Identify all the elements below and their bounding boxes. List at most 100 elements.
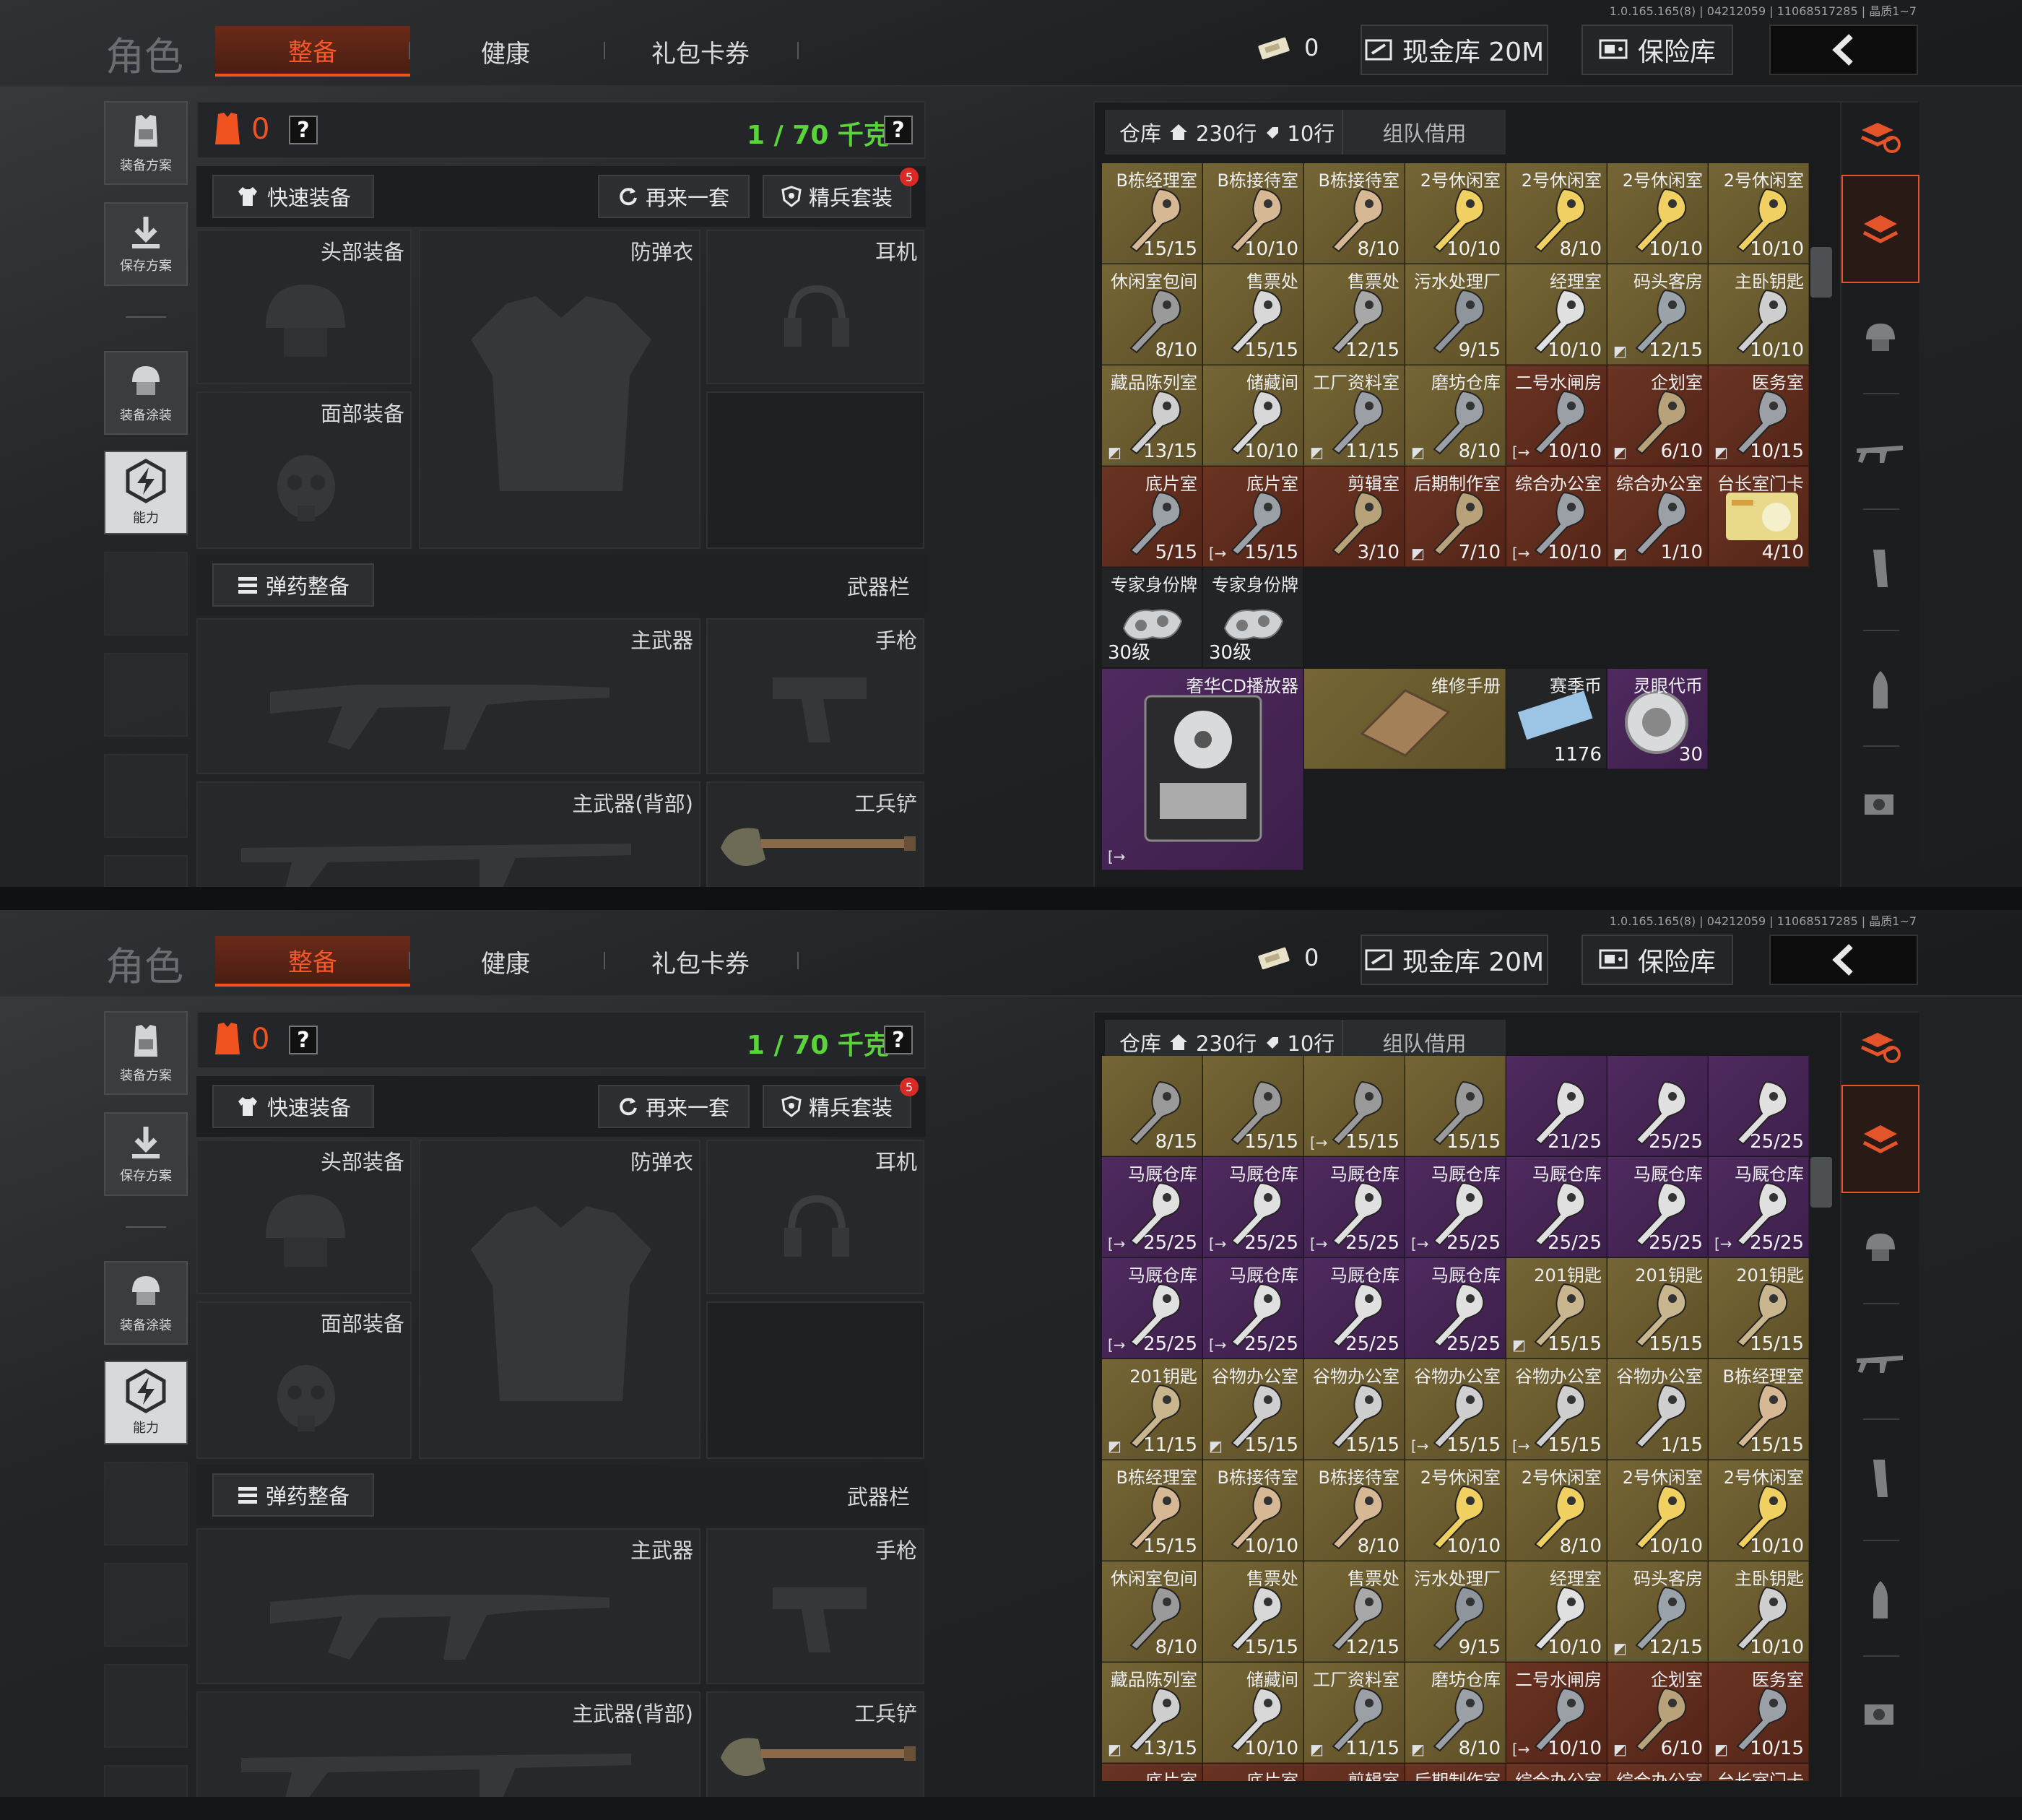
back-button[interactable] <box>1769 25 1918 75</box>
storage-item[interactable]: 藏品陈列室 13/15 ◩ <box>1102 1663 1202 1763</box>
safe-vault-button[interactable]: 保险库 <box>1581 935 1733 985</box>
storage-item[interactable]: B栋接待室 10/10 <box>1203 1460 1303 1561</box>
storage-item[interactable]: 马厩仓库 25/25 [→ <box>1102 1258 1202 1358</box>
storage-item[interactable]: 201钥匙 15/15 ◩ <box>1506 1258 1607 1358</box>
primary-weapon-slot[interactable]: 主武器 <box>196 618 700 774</box>
help-button[interactable]: ? <box>289 116 318 144</box>
ability-button[interactable]: 能力 <box>104 1361 188 1444</box>
storage-item[interactable]: 25/25 <box>1709 1056 1809 1156</box>
category-ammo[interactable] <box>1841 1546 1919 1654</box>
storage-item[interactable]: 休闲室包间 8/10 <box>1102 1561 1202 1662</box>
ammo-prep-button[interactable]: 弹药整备 <box>212 563 374 607</box>
vest-slot[interactable]: 防弹衣 <box>419 1140 700 1459</box>
tab-health[interactable]: 健康 <box>433 936 578 987</box>
storage-item[interactable]: 专家身份牌 30级 <box>1102 568 1202 668</box>
tab-equip[interactable]: 整备 <box>215 936 410 987</box>
earphone-slot[interactable]: 耳机 <box>706 230 924 384</box>
storage-item[interactable]: 马厩仓库 25/25 [→ <box>1709 1157 1809 1257</box>
storage-item[interactable]: 污水处理厂 9/15 <box>1405 264 1506 365</box>
tab-equip[interactable]: 整备 <box>215 26 410 77</box>
storage-item[interactable]: 马厩仓库 25/25 <box>1405 1258 1506 1358</box>
save-plan-button[interactable]: 保存方案 <box>104 202 188 286</box>
face-slot[interactable]: 面部装备 <box>196 1301 412 1459</box>
category-magazines[interactable] <box>1841 1424 1919 1533</box>
storage-item[interactable]: 谷物办公室 1/15 <box>1607 1359 1708 1460</box>
storage-item[interactable]: 2号休闲室 8/10 <box>1506 163 1607 264</box>
storage-item[interactable]: 马厩仓库 25/25 [→ <box>1203 1157 1303 1257</box>
elite-kit-button[interactable]: 精兵套装 5 <box>763 168 919 218</box>
storage-item[interactable]: 2号休闲室 10/10 <box>1607 1460 1708 1561</box>
storage-item[interactable]: 企划室 6/10 ◩ <box>1607 365 1708 466</box>
back-weapon-slot[interactable]: 主武器(背部) <box>196 1691 700 1797</box>
storage-item[interactable]: 2号休闲室 8/10 <box>1506 1460 1607 1561</box>
ammo-prep-button[interactable]: 弹药整备 <box>212 1473 374 1517</box>
safe-vault-button[interactable]: 保险库 <box>1581 25 1733 75</box>
again-button[interactable]: 再来一套 <box>598 1085 750 1128</box>
equip-skin-button[interactable]: 装备涂装 <box>104 1261 188 1345</box>
category-misc[interactable] <box>1841 1661 1919 1769</box>
storage-item[interactable]: 台长室门卡 <box>1709 1764 1809 1781</box>
storage-item[interactable]: 马厩仓库 25/25 <box>1304 1258 1405 1358</box>
storage-item[interactable]: 储藏间 10/10 <box>1203 1663 1303 1763</box>
storage-item[interactable]: 综合办公室 <box>1506 1764 1607 1781</box>
pistol-slot[interactable]: 手枪 <box>706 618 924 774</box>
storage-item[interactable]: 工厂资料室 11/15 ◩ <box>1304 365 1405 466</box>
storage-item[interactable]: 休闲室包间 8/10 <box>1102 264 1202 365</box>
storage-item[interactable]: 谷物办公室 15/15 <box>1304 1359 1405 1460</box>
storage-item[interactable]: 马厩仓库 25/25 <box>1506 1157 1607 1257</box>
storage-item[interactable]: 2号休闲室 10/10 <box>1405 163 1506 264</box>
storage-item[interactable]: 污水处理厂 9/15 <box>1405 1561 1506 1662</box>
storage-item[interactable]: 综合办公室 10/10 [→ <box>1506 467 1607 567</box>
team-borrow-tab[interactable]: 组队借用 <box>1343 1027 1506 1057</box>
category-weapons[interactable] <box>1841 1309 1919 1417</box>
storage-item[interactable]: 剪辑室 <box>1304 1764 1405 1781</box>
scrollbar[interactable] <box>1810 1157 1832 1208</box>
storage-item[interactable]: 谷物办公室 15/15 [→ <box>1405 1359 1506 1460</box>
storage-item[interactable]: 售票处 12/15 <box>1304 264 1405 365</box>
shovel-slot[interactable]: 工兵铲 <box>706 781 924 887</box>
storage-item[interactable]: 码头客房 12/15 ◩ <box>1607 1561 1708 1662</box>
back-button[interactable] <box>1769 935 1918 985</box>
sort-button[interactable] <box>1841 1013 1919 1082</box>
tab-gift-coupons[interactable]: 礼包卡券 <box>628 936 773 987</box>
storage-item[interactable]: 磨坊仓库 8/10 ◩ <box>1405 365 1506 466</box>
storage-item[interactable]: 码头客房 12/15 ◩ <box>1607 264 1708 365</box>
tab-gift-coupons[interactable]: 礼包卡券 <box>628 26 773 77</box>
cash-vault-button[interactable]: 现金库 20M <box>1361 25 1548 75</box>
weight-help-button[interactable]: ? <box>884 116 913 144</box>
category-misc[interactable] <box>1841 751 1919 859</box>
storage-item[interactable]: 综合办公室 1/10 ◩ <box>1607 467 1708 567</box>
primary-weapon-slot[interactable]: 主武器 <box>196 1528 700 1684</box>
storage-item[interactable]: B栋接待室 8/10 <box>1304 1460 1405 1561</box>
storage-item[interactable]: 201钥匙 11/15 ◩ <box>1102 1359 1202 1460</box>
storage-item[interactable]: 企划室 6/10 ◩ <box>1607 1663 1708 1763</box>
storage-item[interactable]: 2号休闲室 10/10 <box>1405 1460 1506 1561</box>
storage-item[interactable]: 底片室 <box>1203 1764 1303 1781</box>
storage-item[interactable]: 经理室 10/10 <box>1506 1561 1607 1662</box>
head-slot[interactable]: 头部装备 <box>196 1140 412 1294</box>
storage-item[interactable]: 维修手册 <box>1304 669 1506 769</box>
earphone-slot[interactable]: 耳机 <box>706 1140 924 1294</box>
category-all[interactable] <box>1841 175 1919 283</box>
storage-item[interactable]: 2号休闲室 10/10 <box>1709 1460 1809 1561</box>
storage-item[interactable]: 后期制作室 7/10 ◩ <box>1405 467 1506 567</box>
storage-item[interactable]: 马厩仓库 25/25 [→ <box>1405 1157 1506 1257</box>
team-borrow-tab[interactable]: 组队借用 <box>1343 117 1506 147</box>
category-gear[interactable] <box>1841 1193 1919 1301</box>
storage-item[interactable]: 后期制作室 <box>1405 1764 1506 1781</box>
quick-equip-button[interactable]: 快速装备 <box>212 175 374 218</box>
storage-item[interactable]: 灵眼代币 30 <box>1607 669 1708 769</box>
storage-item[interactable]: 马厩仓库 25/25 [→ <box>1102 1157 1202 1257</box>
storage-item[interactable]: 藏品陈列室 13/15 ◩ <box>1102 365 1202 466</box>
storage-item[interactable]: 售票处 15/15 <box>1203 1561 1303 1662</box>
storage-item[interactable]: 售票处 15/15 <box>1203 264 1303 365</box>
storage-item[interactable]: B栋接待室 8/10 <box>1304 163 1405 264</box>
storage-tab[interactable]: 仓库 230行 10行 <box>1105 110 1343 155</box>
storage-item[interactable]: 磨坊仓库 8/10 ◩ <box>1405 1663 1506 1763</box>
storage-item[interactable]: 底片室 15/15 [→ <box>1203 467 1303 567</box>
weight-help-button[interactable]: ? <box>884 1026 913 1054</box>
back-weapon-slot[interactable]: 主武器(背部) <box>196 781 700 887</box>
storage-item[interactable]: 15/15 [→ <box>1304 1056 1405 1156</box>
help-button[interactable]: ? <box>289 1026 318 1054</box>
head-slot[interactable]: 头部装备 <box>196 230 412 384</box>
